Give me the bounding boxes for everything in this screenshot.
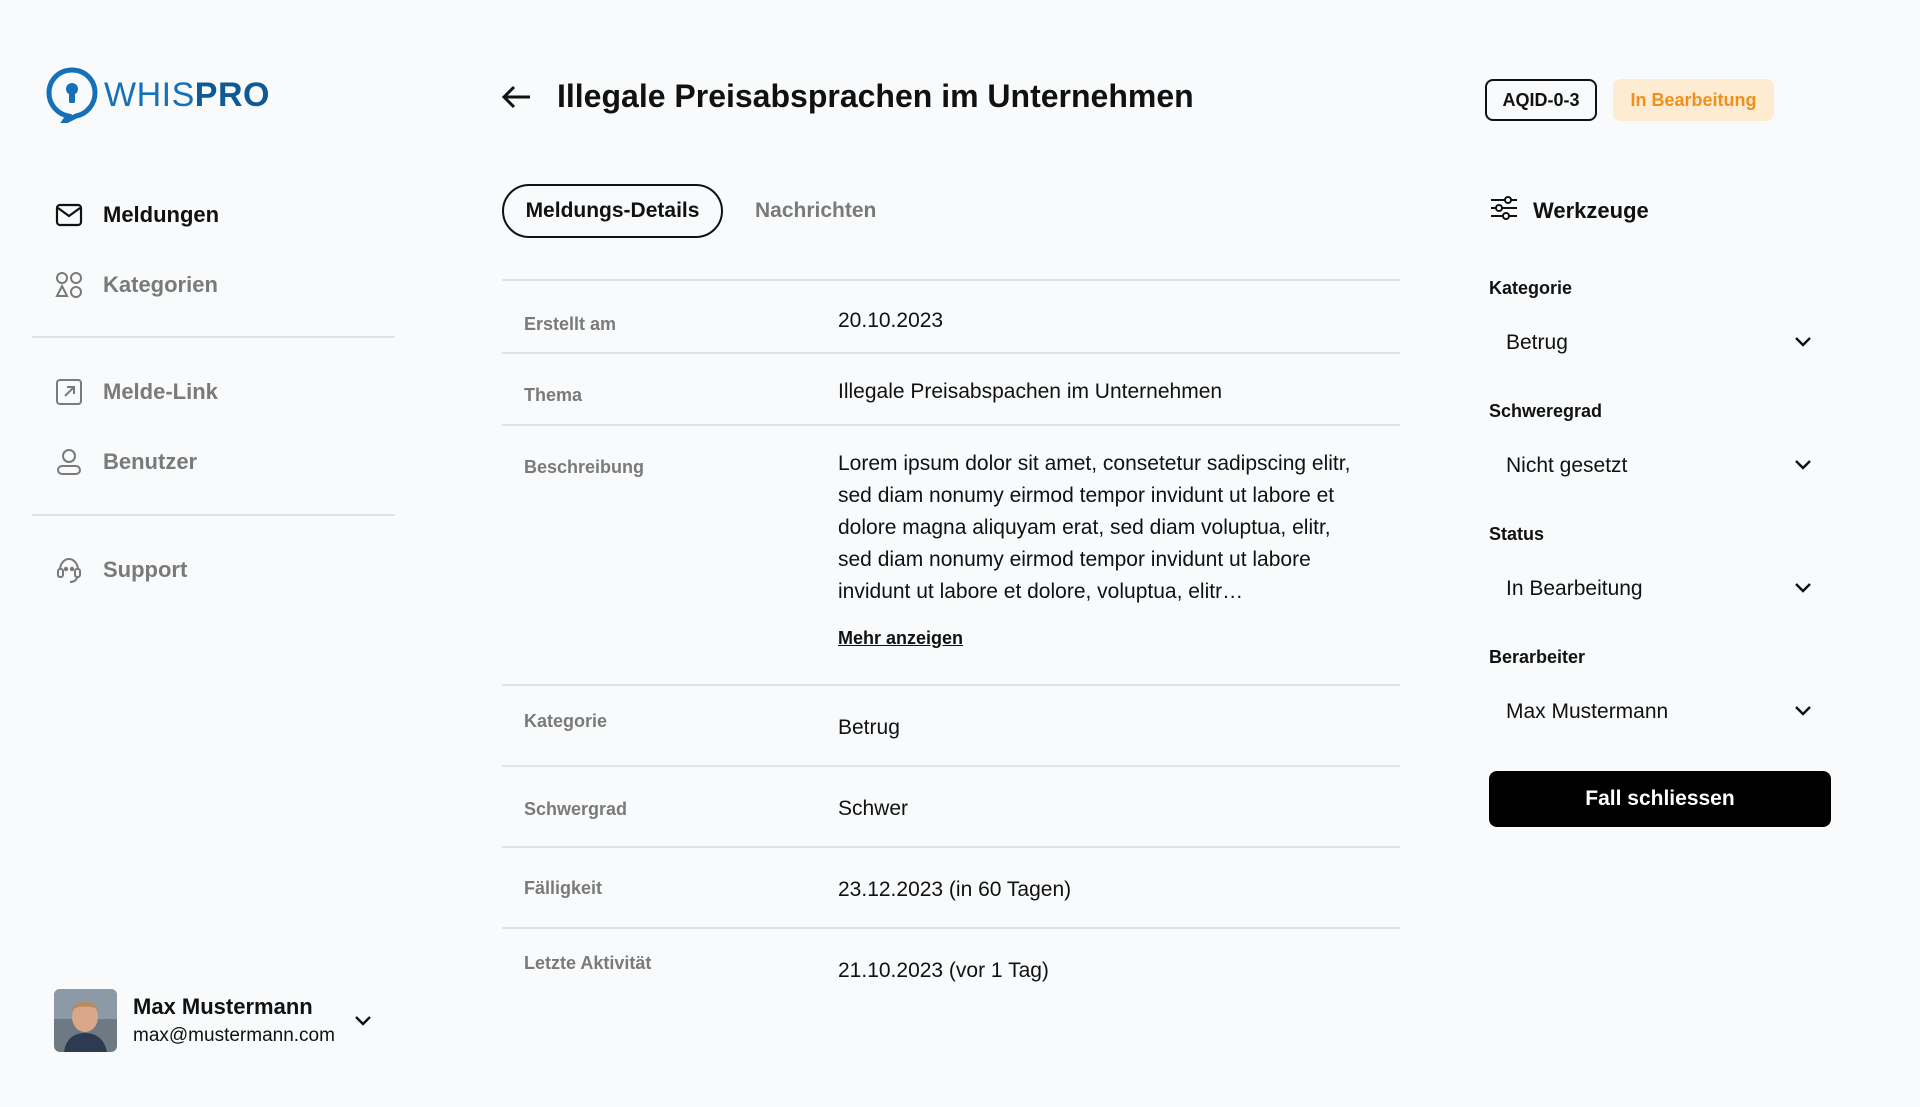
chevron-down-icon[interactable] <box>352 1009 374 1031</box>
sidebar-item-meldungen[interactable]: Meldungen <box>32 180 395 250</box>
external-link-icon <box>54 377 84 407</box>
mail-icon <box>54 200 84 230</box>
detail-label: Schwergrad <box>524 799 628 819</box>
detail-row-kategorie: Kategorie Betrug <box>502 686 1400 767</box>
detail-value: Schwer <box>838 797 909 820</box>
detail-value: 21.10.2023 (vor 1 Tag) <box>838 959 1049 982</box>
user-text: Max Mustermann max@mustermann.com <box>133 994 335 1046</box>
primary-nav: Meldungen Kategorien <box>32 180 395 320</box>
detail-label: Letzte Aktivität <box>524 953 652 973</box>
tools-title: Werkzeuge <box>1533 197 1649 223</box>
field-label-kategorie: Kategorie <box>1489 278 1573 298</box>
select-value: Nicht gesetzt <box>1506 454 1628 477</box>
support-nav: Support <box>32 535 395 605</box>
detail-row-erstellt-am: Erstellt am 20.10.2023 <box>502 281 1400 354</box>
field-label-bearbeiter: Berarbeiter <box>1489 647 1586 667</box>
sidebar-item-support[interactable]: Support <box>32 535 395 605</box>
sidebar-item-label: Kategorien <box>103 272 218 297</box>
select-value: Betrug <box>1506 331 1568 354</box>
description-text: Lorem ipsum dolor sit amet, consetetur s… <box>838 452 1351 603</box>
user-name: Max Mustermann <box>133 994 313 1020</box>
detail-label: Thema <box>524 385 583 405</box>
kategorie-select[interactable]: Betrug <box>1489 319 1831 367</box>
detail-label: Kategorie <box>524 711 608 731</box>
detail-row-faelligkeit: Fälligkeit 23.12.2023 (in 60 Tagen) <box>502 848 1400 929</box>
close-case-button[interactable]: Fall schliessen <box>1489 771 1831 827</box>
show-more-link[interactable]: Mehr anzeigen <box>838 622 963 654</box>
tools-header: Werkzeuge <box>1489 195 1649 226</box>
detail-row-schwergrad: Schwergrad Schwer <box>502 767 1400 848</box>
tab-nachrichten[interactable]: Nachrichten <box>755 184 876 238</box>
detail-row-beschreibung: Beschreibung Lorem ipsum dolor sit amet,… <box>502 426 1400 686</box>
secondary-nav: Melde-Link Benutzer <box>32 357 395 497</box>
bearbeiter-select[interactable]: Max Mustermann <box>1489 688 1831 736</box>
chevron-down-icon <box>1793 454 1813 479</box>
select-value: In Bearbeitung <box>1506 577 1643 600</box>
details-table: Erstellt am 20.10.2023 Thema Illegale Pr… <box>502 279 1400 1010</box>
categories-icon <box>54 270 84 300</box>
logo[interactable]: WHISPRO <box>46 66 270 124</box>
sidebar-item-label: Benutzer <box>103 449 198 474</box>
detail-value: Illegale Preisabspachen im Unternehmen <box>838 380 1223 403</box>
sliders-icon <box>1489 195 1519 226</box>
logo-text: WHISPRO <box>104 78 270 112</box>
tab-meldungs-details[interactable]: Meldungs-Details <box>502 184 723 238</box>
logo-text-light: WHIS <box>104 76 195 114</box>
chevron-down-icon <box>1793 331 1813 356</box>
detail-value: 23.12.2023 (in 60 Tagen) <box>838 878 1072 901</box>
sidebar-item-kategorien[interactable]: Kategorien <box>32 250 395 320</box>
detail-value-wrapper: Lorem ipsum dolor sit amet, consetetur s… <box>838 426 1400 684</box>
nav-divider <box>32 336 395 338</box>
sidebar-item-melde-link[interactable]: Melde-Link <box>32 357 395 427</box>
detail-row-letzte-aktivitaet: Letzte Aktivität 21.10.2023 (vor 1 Tag) <box>502 929 1400 1010</box>
keyhole-bubble-icon <box>46 67 98 123</box>
nav-divider <box>32 514 395 516</box>
chevron-down-icon <box>1793 700 1813 725</box>
page-title: Illegale Preisabsprachen im Unternehmen <box>557 78 1194 114</box>
detail-row-thema: Thema Illegale Preisabspachen im Unterne… <box>502 354 1400 426</box>
field-label-status: Status <box>1489 524 1545 544</box>
schweregrad-select[interactable]: Nicht gesetzt <box>1489 442 1831 490</box>
detail-label: Erstellt am <box>524 314 617 334</box>
user-icon <box>54 447 84 477</box>
case-id-badge: AQID-0-3 <box>1485 79 1597 121</box>
detail-label: Fälligkeit <box>524 878 603 898</box>
detail-value: 20.10.2023 <box>838 309 944 332</box>
detail-label: Beschreibung <box>524 457 645 477</box>
sidebar: WHISPRO Meldungen Kategorien Melde-Link … <box>0 0 400 1107</box>
select-value: Max Mustermann <box>1506 700 1669 723</box>
detail-value: Betrug <box>838 716 900 739</box>
status-select[interactable]: In Bearbeitung <box>1489 565 1831 613</box>
status-badge: In Bearbeitung <box>1613 79 1774 121</box>
sidebar-item-label: Support <box>103 557 188 582</box>
support-headset-icon <box>54 555 84 585</box>
field-label-schweregrad: Schweregrad <box>1489 401 1603 421</box>
logo-text-bold: PRO <box>194 76 270 114</box>
back-arrow-icon[interactable] <box>500 80 534 114</box>
page: WHISPRO Meldungen Kategorien Melde-Link … <box>0 0 1920 1107</box>
sidebar-item-benutzer[interactable]: Benutzer <box>32 427 395 497</box>
user-profile[interactable]: Max Mustermann max@mustermann.com <box>54 989 374 1052</box>
user-email: max@mustermann.com <box>133 1024 335 1046</box>
avatar <box>54 989 117 1052</box>
sidebar-item-label: Melde-Link <box>103 379 218 404</box>
sidebar-item-label: Meldungen <box>103 202 220 227</box>
chevron-down-icon <box>1793 577 1813 602</box>
